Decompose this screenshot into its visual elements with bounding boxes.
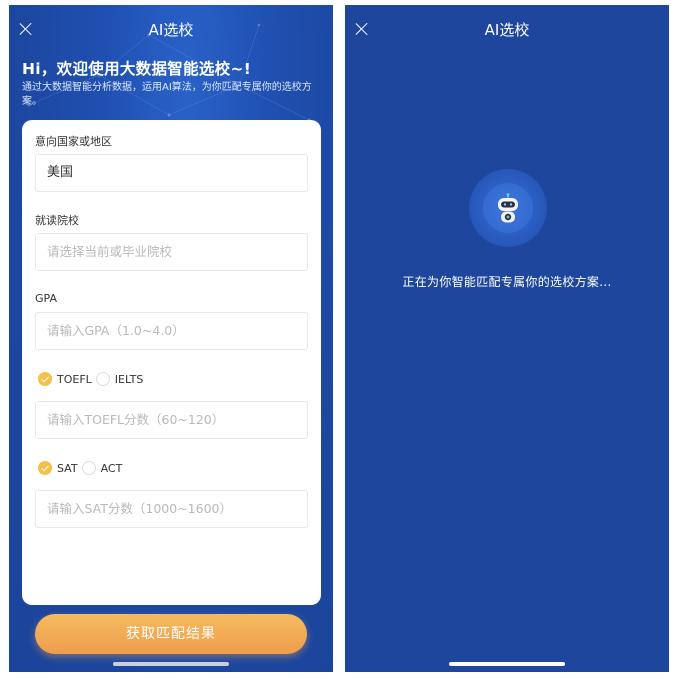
nav-bar: AI选校 (345, 5, 669, 55)
country-label: 意向国家或地区 (35, 135, 112, 148)
school-field[interactable]: 请选择当前或毕业院校 (35, 233, 308, 271)
toefl-radio-label[interactable]: TOEFL (57, 373, 92, 386)
welcome-title: Hi，欢迎使用大数据智能选校~! (22, 60, 252, 78)
home-indicator[interactable] (449, 662, 565, 666)
act-radio[interactable] (81, 461, 96, 475)
robot-icon (498, 193, 518, 223)
nav-title: AI选校 (148, 21, 194, 39)
form-card: 意向国家或地区 美国 就读院校 请选择当前或毕业院校 GPA 请输入GPA（1.… (22, 120, 321, 605)
sat-score-input[interactable]: 请输入SAT分数（1000~1600） (35, 490, 308, 528)
toefl-score-input[interactable]: 请输入TOEFL分数（60~120） (35, 401, 308, 439)
get-match-results-button[interactable]: 获取匹配结果 (35, 614, 307, 654)
nav-bar: AI选校 (9, 5, 333, 55)
country-field[interactable]: 美国 (35, 154, 308, 192)
language-test-radio-group: TOEFL IELTS (38, 371, 147, 387)
sat-radio[interactable] (38, 461, 52, 475)
gpa-label: GPA (35, 292, 57, 305)
ielts-radio-label[interactable]: IELTS (115, 373, 144, 386)
home-indicator[interactable] (113, 662, 229, 666)
sat-radio-label[interactable]: SAT (57, 462, 78, 475)
ai-school-select-form-screen: AI选校 Hi，欢迎使用大数据智能选校~! 通过大数据智能分析数据，运用AI算法… (9, 5, 333, 672)
nav-title: AI选校 (484, 21, 530, 39)
toefl-radio[interactable] (38, 372, 52, 386)
school-label: 就读院校 (35, 214, 79, 227)
loading-status-text: 正在为你智能匹配专属你的选校方案... (402, 275, 612, 289)
standard-test-radio-group: SAT ACT (38, 460, 126, 476)
gpa-input[interactable]: 请输入GPA（1.0~4.0） (35, 312, 308, 350)
ielts-radio[interactable] (95, 372, 110, 386)
act-radio-label[interactable]: ACT (101, 462, 123, 475)
welcome-subtitle: 通过大数据智能分析数据，运用AI算法，为你匹配专属你的选校方案。 (22, 82, 312, 107)
ai-matching-loading-screen: AI选校 正在为你智能匹配专属你的选校方案... (345, 5, 669, 672)
